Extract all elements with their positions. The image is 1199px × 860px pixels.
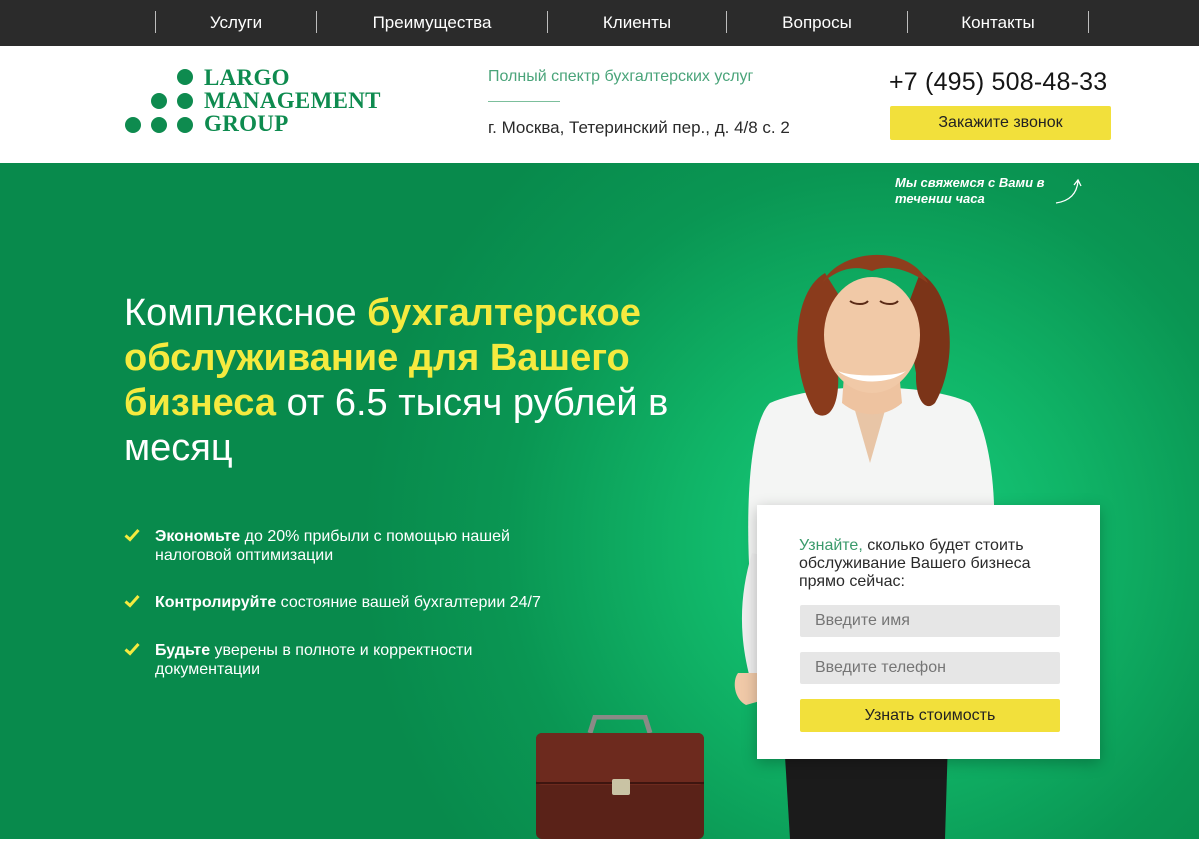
nav-item-advantages[interactable]: Преимущества [317, 0, 547, 46]
name-input[interactable] [800, 605, 1060, 637]
benefit-text: Контролируйте состояние вашей бухгалтери… [155, 593, 575, 612]
price-request-form: Узнайте, сколько будет стоить обслуживан… [757, 505, 1100, 759]
benefit-item: Контролируйте состояние вашей бухгалтери… [124, 593, 594, 615]
hero-headline: Комплексное бухгалтерское обслуживание д… [124, 291, 724, 471]
logo-dot [177, 93, 193, 109]
tagline-divider [488, 101, 560, 102]
arrow-icon [1055, 178, 1082, 204]
header-address: г. Москва, Тетеринский пер., д. 4/8 с. 2 [488, 118, 790, 137]
benefit-keyword: Контролируйте [155, 594, 277, 611]
header-phone[interactable]: +7 (495) 508-48-33 [889, 68, 1107, 97]
top-navigation: Услуги Преимущества Клиенты Вопросы Конт… [0, 0, 1199, 46]
form-title-accent: Узнайте, [799, 537, 863, 554]
company-logo[interactable]: LARGO MANAGEMENT GROUP [124, 66, 414, 136]
check-icon [124, 594, 140, 608]
briefcase-image [536, 715, 704, 839]
logo-dot [125, 117, 141, 133]
hero-section: Мы свяжемся с Вами в течении часа Компле… [0, 163, 1199, 839]
logo-dot [177, 69, 193, 85]
logo-text-line3: GROUP [204, 111, 289, 136]
get-price-button[interactable]: Узнать стоимость [800, 699, 1060, 732]
benefit-keyword: Будьте [155, 642, 211, 659]
nav-item-questions[interactable]: Вопросы [727, 0, 907, 46]
callback-note: Мы свяжемся с Вами в течении часа [895, 175, 1045, 206]
headline-part-plain: Комплексное [124, 292, 368, 334]
benefit-item: Экономьте до 20% прибыли с помощью нашей… [124, 527, 594, 567]
benefit-description: состояние вашей бухгалтерии 24/7 [276, 594, 541, 611]
header-tagline: Полный спектр бухгалтерских услуг [488, 68, 754, 85]
logo-dot [177, 117, 193, 133]
site-header: LARGO MANAGEMENT GROUP Полный спектр бух… [0, 46, 1199, 163]
form-title: Узнайте, сколько будет стоить обслуживан… [799, 537, 1079, 591]
page-footer-strip [0, 839, 1199, 860]
logo-dot [151, 117, 167, 133]
check-icon [124, 642, 140, 656]
nav-item-services[interactable]: Услуги [156, 0, 316, 46]
benefit-item: Будьте уверены в полноте и корректности … [124, 641, 594, 681]
benefit-text: Будьте уверены в полноте и корректности … [155, 641, 575, 679]
logo-text-line2: MANAGEMENT [204, 88, 381, 113]
nav-divider [1088, 11, 1089, 33]
logo-text-line1: LARGO [204, 65, 290, 90]
nav-item-clients[interactable]: Клиенты [548, 0, 726, 46]
phone-input[interactable] [800, 652, 1060, 684]
benefit-text: Экономьте до 20% прибыли с помощью нашей… [155, 527, 575, 565]
logo-dot [151, 93, 167, 109]
nav-item-contacts[interactable]: Контакты [908, 0, 1088, 46]
request-callback-button[interactable]: Закажите звонок [890, 106, 1111, 140]
check-icon [124, 528, 140, 542]
benefit-keyword: Экономьте [155, 528, 241, 545]
